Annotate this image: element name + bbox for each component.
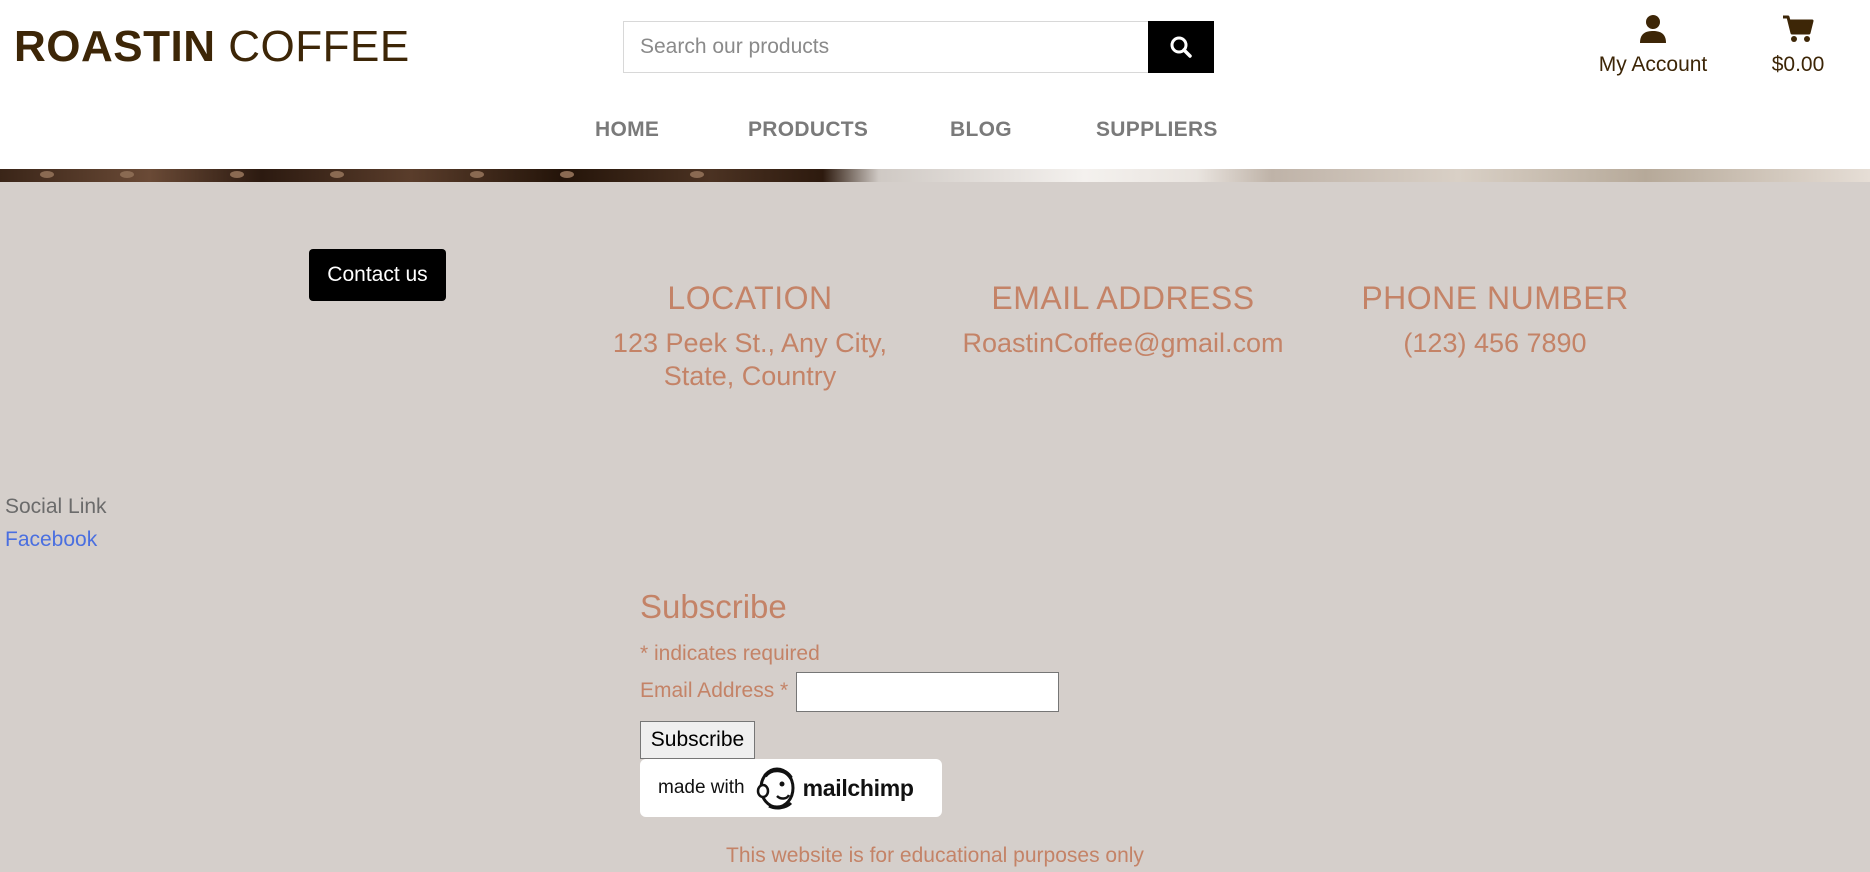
social-link-label: Social Link (5, 495, 107, 518)
mailchimp-wordmark: mailchimp (802, 774, 914, 801)
nav-blog[interactable]: BLOG (950, 118, 1012, 142)
mailchimp-badge[interactable]: made with mailchimp (640, 759, 942, 817)
logo-light-text: COFFEE (228, 22, 410, 71)
site-header: ROASTIN COFFEE My Account $0.00 HOME PRO… (0, 0, 1870, 169)
subscribe-button[interactable]: Subscribe (640, 721, 755, 759)
location-heading: LOCATION (667, 280, 833, 316)
my-account-link[interactable]: My Account (1596, 14, 1710, 77)
cart-link[interactable]: $0.00 (1764, 14, 1832, 77)
phone-block: PHONE NUMBER (123) 456 7890 (1355, 280, 1635, 360)
user-icon (1640, 15, 1666, 43)
mailchimp-freddie-icon (756, 767, 795, 810)
location-value: 123 Peek St., Any City, State, Country (610, 327, 890, 393)
my-account-label: My Account (1598, 53, 1708, 76)
contact-us-button[interactable]: Contact us (309, 249, 446, 301)
phone-value: (123) 456 7890 (1403, 328, 1587, 358)
search-icon (1170, 36, 1192, 58)
email-address-label: Email Address * (640, 679, 789, 702)
location-line-2: State, Country (663, 361, 837, 391)
required-note: * indicates required (640, 642, 820, 665)
main-nav: HOME PRODUCTS BLOG SUPPLIERS (0, 114, 1870, 148)
nav-home[interactable]: HOME (595, 118, 659, 142)
phone-heading: PHONE NUMBER (1361, 280, 1629, 316)
site-logo[interactable]: ROASTIN COFFEE (14, 22, 410, 72)
facebook-link[interactable]: Facebook (5, 528, 97, 552)
email-block: EMAIL ADDRESS RoastinCoffee@gmail.com (953, 280, 1293, 360)
subscribe-title: Subscribe (640, 588, 787, 625)
subscribe-email-input[interactable] (796, 672, 1059, 712)
search-input[interactable] (624, 22, 1148, 72)
nav-products[interactable]: PRODUCTS (748, 118, 868, 142)
cart-total: $0.00 (1771, 53, 1825, 76)
footer-disclaimer: This website is for educational purposes… (726, 844, 1144, 867)
location-line-1: 123 Peek St., Any City, (612, 328, 888, 358)
made-with-text: made with (658, 777, 745, 798)
cart-icon (1783, 15, 1814, 42)
nav-suppliers[interactable]: SUPPLIERS (1096, 118, 1218, 142)
search-bar (623, 21, 1214, 73)
logo-bold-text: ROASTIN (14, 22, 216, 71)
location-block: LOCATION 123 Peek St., Any City, State, … (610, 280, 890, 393)
hero-image-strip (0, 169, 1870, 182)
email-value: RoastinCoffee@gmail.com (962, 328, 1284, 358)
email-heading: EMAIL ADDRESS (991, 280, 1255, 316)
search-button[interactable] (1148, 21, 1214, 73)
